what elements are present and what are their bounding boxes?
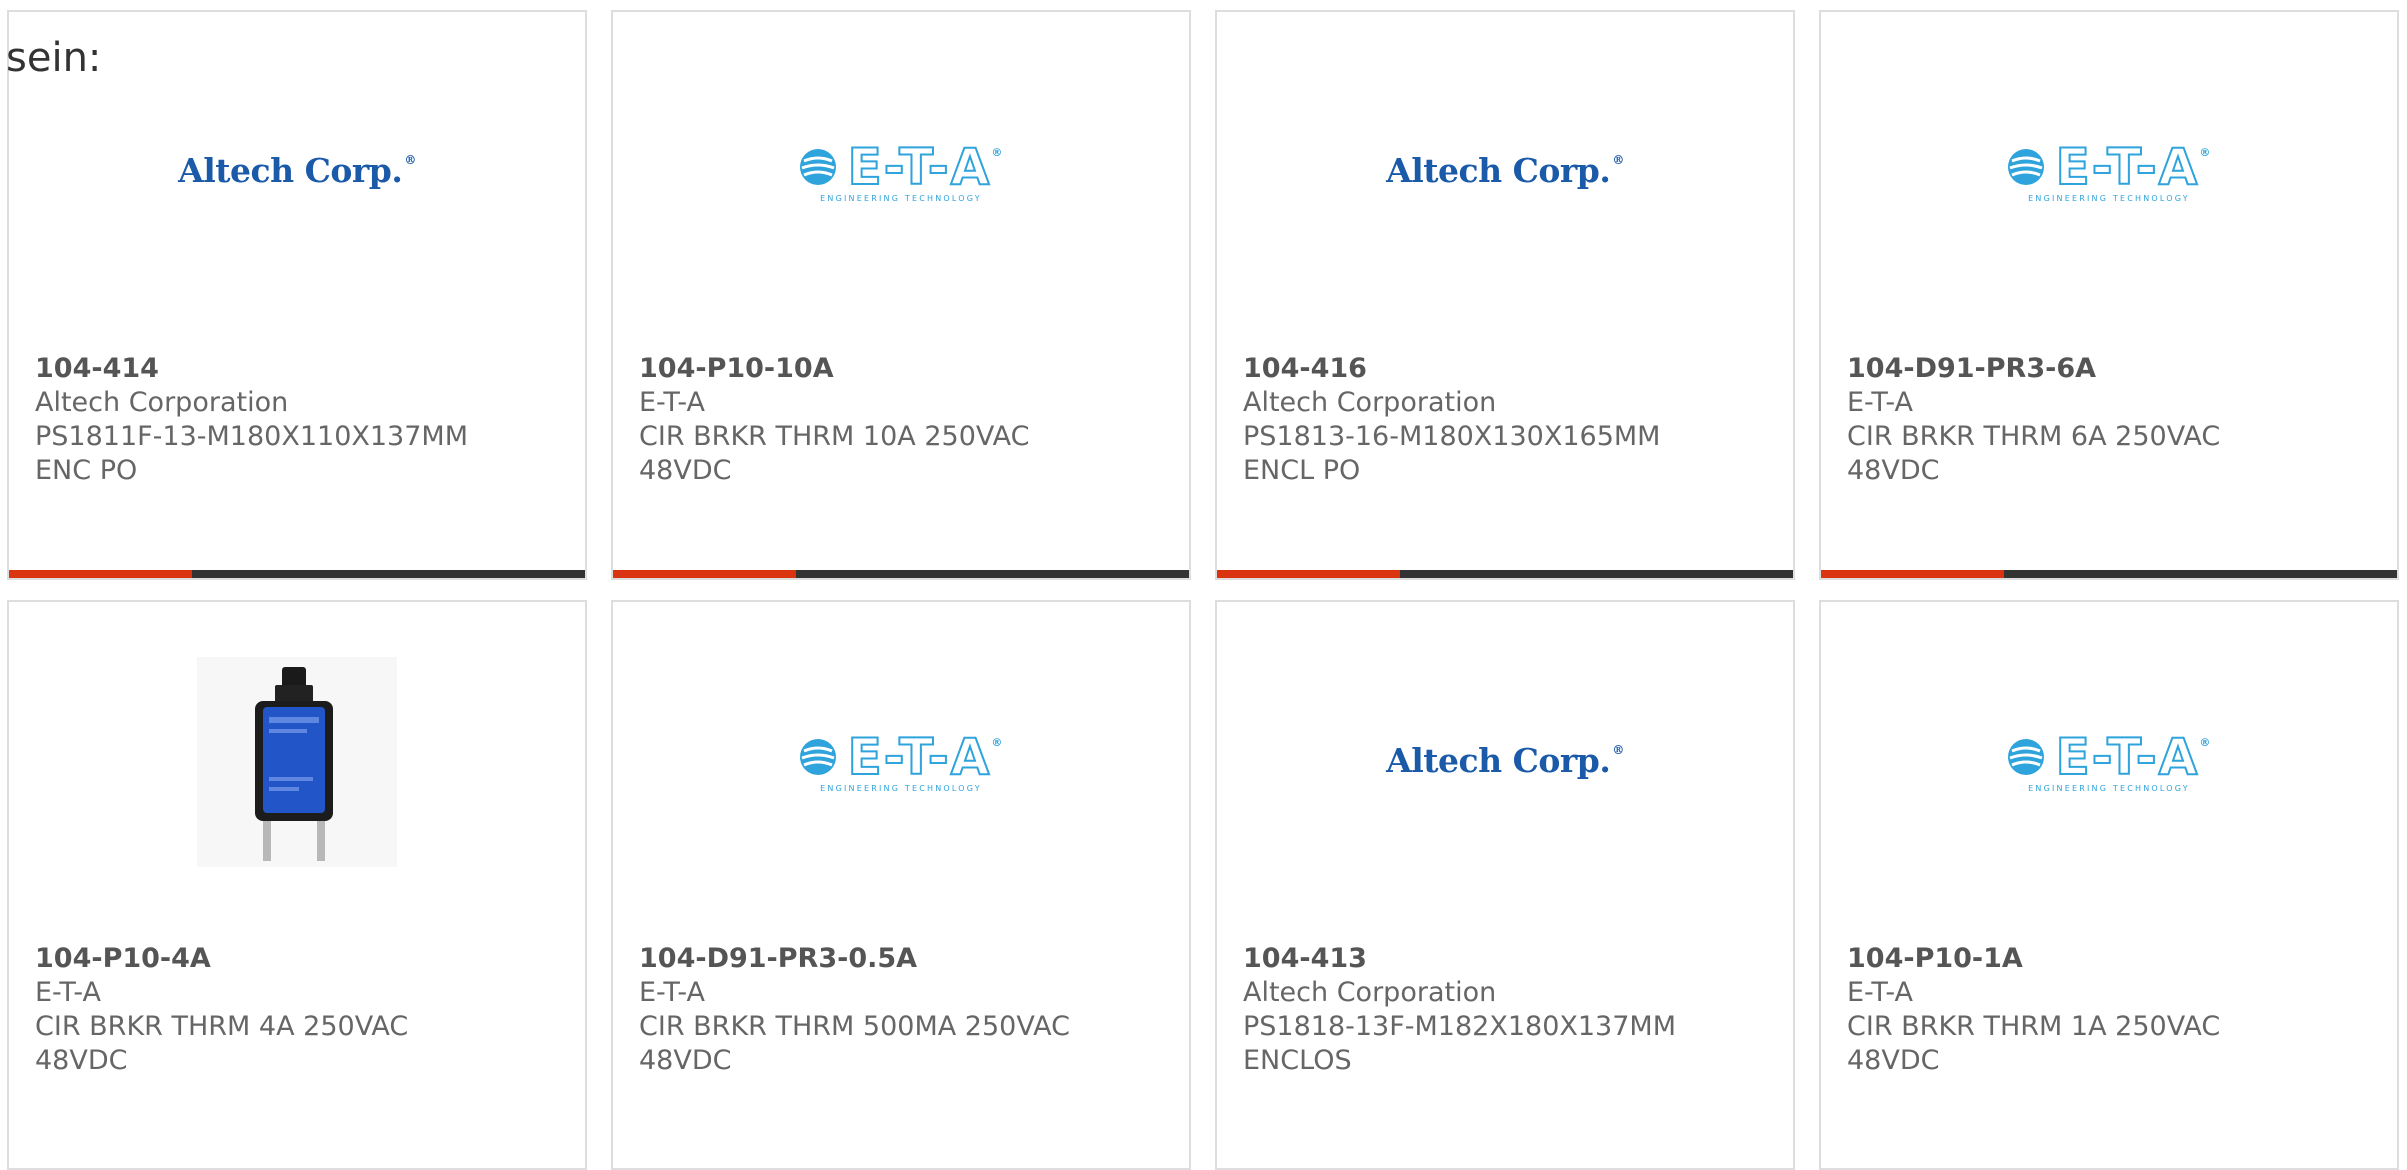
product-info: 104-414 Altech Corporation PS1811F-13-M1… — [35, 352, 575, 488]
product-card[interactable]: 104-P10-4A E-T-A CIR BRKR THRM 4A 250VAC… — [7, 600, 587, 1170]
card-accent — [1821, 570, 2004, 578]
description: CIR BRKR THRM 10A 250VAC — [639, 421, 1030, 452]
manufacturer: E-T-A — [639, 977, 705, 1008]
product-grid: Altech Corp. ® 104-414 Altech Corporation… — [0, 0, 2407, 1170]
product-info: 104-P10-10A E-T-A CIR BRKR THRM 10A 250V… — [639, 352, 1179, 488]
part-number[interactable]: 104-D91-PR3-0.5A — [639, 942, 1179, 976]
manufacturer: E-T-A — [639, 387, 705, 418]
product-info: 104-P10-4A E-T-A CIR BRKR THRM 4A 250VAC… — [35, 942, 575, 1078]
eta-globe-icon — [2007, 148, 2044, 185]
eta-globe-icon — [799, 148, 836, 185]
altech-logo: Altech Corp. ® — [1386, 740, 1624, 780]
circuit-breaker-photo — [197, 657, 397, 867]
description-cont: ENC PO — [35, 455, 138, 486]
part-number[interactable]: 104-D91-PR3-6A — [1847, 352, 2387, 386]
altech-logo: Altech Corp. ® — [1386, 150, 1624, 190]
part-number[interactable]: 104-413 — [1243, 942, 1783, 976]
product-card[interactable]: E-T-A® ENGINEERING TECHNOLOGY 104-P10-1A… — [1819, 600, 2399, 1170]
intro-text: sein: — [6, 35, 102, 81]
product-info: 104-P10-1A E-T-A CIR BRKR THRM 1A 250VAC… — [1847, 942, 2387, 1078]
manufacturer: E-T-A — [1847, 387, 1913, 418]
eta-globe-icon — [799, 738, 836, 775]
manufacturer: E-T-A — [1847, 977, 1913, 1008]
product-image[interactable]: E-T-A® ENGINEERING TECHNOLOGY — [1821, 652, 2397, 872]
product-info: 104-D91-PR3-6A E-T-A CIR BRKR THRM 6A 25… — [1847, 352, 2387, 488]
product-card[interactable]: Altech Corp. ® 104-416 Altech Corporation… — [1215, 10, 1795, 580]
product-info: 104-416 Altech Corporation PS1813-16-M18… — [1243, 352, 1783, 488]
product-card[interactable]: Altech Corp. ® 104-413 Altech Corporation… — [1215, 600, 1795, 1170]
product-card[interactable]: E-T-A® ENGINEERING TECHNOLOGY 104-D91-PR… — [1819, 10, 2399, 580]
description-cont: 48VDC — [1847, 455, 1940, 486]
altech-logo: Altech Corp. ® — [178, 150, 416, 190]
product-image[interactable]: E-T-A® ENGINEERING TECHNOLOGY — [613, 62, 1189, 282]
description-cont: 48VDC — [1847, 1045, 1940, 1076]
description-cont: 48VDC — [639, 455, 732, 486]
manufacturer: Altech Corporation — [1243, 977, 1497, 1008]
eta-logo: E-T-A® ENGINEERING TECHNOLOGY — [798, 141, 1005, 203]
manufacturer: Altech Corporation — [1243, 387, 1497, 418]
eta-logo: E-T-A® ENGINEERING TECHNOLOGY — [2006, 731, 2213, 793]
description-cont: ENCLOS — [1243, 1045, 1352, 1076]
description: PS1818-13F-M182X180X137MM — [1243, 1011, 1676, 1042]
part-number[interactable]: 104-416 — [1243, 352, 1783, 386]
part-number[interactable]: 104-P10-4A — [35, 942, 575, 976]
manufacturer: E-T-A — [35, 977, 101, 1008]
part-number[interactable]: 104-414 — [35, 352, 575, 386]
part-number[interactable]: 104-P10-10A — [639, 352, 1179, 386]
card-bottom-bar — [1821, 570, 2397, 578]
card-accent — [1217, 570, 1400, 578]
product-card[interactable]: Altech Corp. ® 104-414 Altech Corporation… — [7, 10, 587, 580]
part-number[interactable]: 104-P10-1A — [1847, 942, 2387, 976]
product-info: 104-D91-PR3-0.5A E-T-A CIR BRKR THRM 500… — [639, 942, 1179, 1078]
product-image[interactable]: Altech Corp. ® — [1217, 652, 1793, 872]
product-image[interactable]: E-T-A® ENGINEERING TECHNOLOGY — [1821, 62, 2397, 282]
manufacturer: Altech Corporation — [35, 387, 289, 418]
eta-globe-icon — [2007, 738, 2044, 775]
card-bottom-bar — [613, 570, 1189, 578]
description: CIR BRKR THRM 4A 250VAC — [35, 1011, 409, 1042]
card-bottom-bar — [1217, 570, 1793, 578]
eta-logo: E-T-A® ENGINEERING TECHNOLOGY — [798, 731, 1005, 793]
description: CIR BRKR THRM 500MA 250VAC — [639, 1011, 1070, 1042]
product-image[interactable]: Altech Corp. ® — [9, 62, 585, 282]
description-cont: 48VDC — [35, 1045, 128, 1076]
product-card[interactable]: E-T-A® ENGINEERING TECHNOLOGY 104-D91-PR… — [611, 600, 1191, 1170]
card-accent — [613, 570, 796, 578]
card-bottom-bar — [9, 570, 585, 578]
product-image[interactable]: Altech Corp. ® — [1217, 62, 1793, 282]
description: PS1813-16-M180X130X165MM — [1243, 421, 1661, 452]
card-accent — [9, 570, 192, 578]
product-card[interactable]: E-T-A® ENGINEERING TECHNOLOGY 104-P10-10… — [611, 10, 1191, 580]
description-cont: ENCL PO — [1243, 455, 1361, 486]
description: PS1811F-13-M180X110X137MM — [35, 421, 468, 452]
product-image[interactable] — [9, 652, 585, 872]
description: CIR BRKR THRM 1A 250VAC — [1847, 1011, 2221, 1042]
product-info: 104-413 Altech Corporation PS1818-13F-M1… — [1243, 942, 1783, 1078]
product-image[interactable]: E-T-A® ENGINEERING TECHNOLOGY — [613, 652, 1189, 872]
description: CIR BRKR THRM 6A 250VAC — [1847, 421, 2221, 452]
description-cont: 48VDC — [639, 1045, 732, 1076]
eta-logo: E-T-A® ENGINEERING TECHNOLOGY — [2006, 141, 2213, 203]
